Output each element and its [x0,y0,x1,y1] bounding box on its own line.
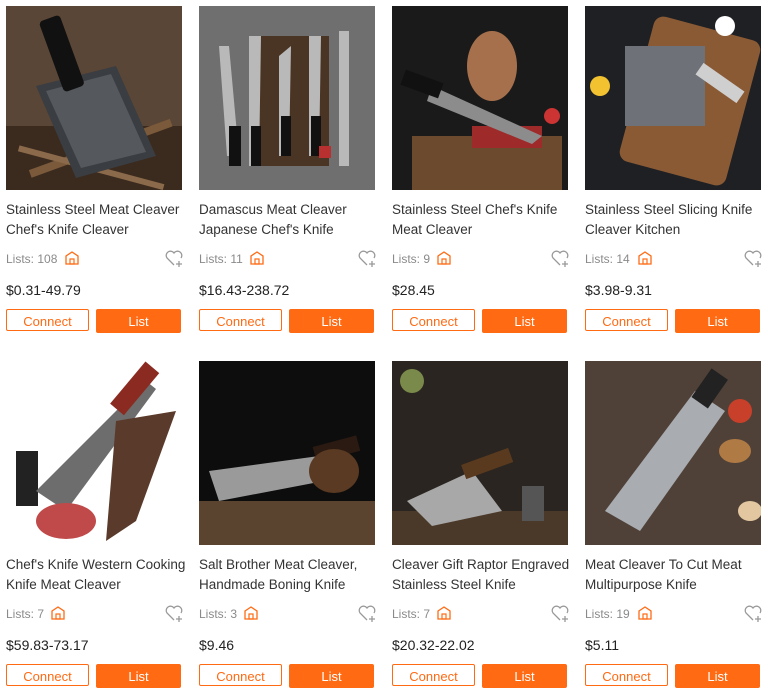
product-actions: Connect List [392,309,572,333]
heart-plus-icon[interactable] [550,248,570,268]
store-icon [50,605,66,621]
heart-plus-icon[interactable] [164,248,184,268]
product-price: $20.32-22.02 [392,637,475,653]
lists-count: Lists: 7 [392,607,431,621]
product-meta: Lists: 9 [392,248,570,268]
product-image[interactable] [6,6,182,190]
store-icon [64,250,80,266]
product-meta: Lists: 7 [392,603,570,623]
heart-plus-icon[interactable] [743,248,763,268]
lists-count: Lists: 7 [6,607,45,621]
product-grid: Stainless Steel Meat Cleaver Chef's Knif… [0,0,768,691]
connect-button[interactable]: Connect [392,309,475,331]
product-actions: Connect List [199,664,379,688]
product-image[interactable] [6,361,182,545]
list-button[interactable]: List [96,309,181,333]
product-meta: Lists: 108 [6,248,184,268]
connect-button[interactable]: Connect [6,664,89,686]
lists-count: Lists: 108 [6,252,58,266]
connect-button[interactable]: Connect [199,664,282,686]
store-icon [637,250,653,266]
product-price: $5.11 [585,637,619,653]
list-button[interactable]: List [482,309,567,333]
list-button[interactable]: List [96,664,181,688]
product-actions: Connect List [6,309,186,333]
lists-count: Lists: 3 [199,607,238,621]
product-meta: Lists: 11 [199,248,377,268]
product-actions: Connect List [6,664,186,688]
list-button[interactable]: List [482,664,567,688]
list-button[interactable]: List [289,309,374,333]
product-image[interactable] [585,6,761,190]
product-image[interactable] [585,361,761,545]
product-price: $0.31-49.79 [6,282,81,298]
product-actions: Connect List [392,664,572,688]
list-button[interactable]: List [289,664,374,688]
lists-count: Lists: 11 [199,252,243,266]
product-title[interactable]: Damascus Meat Cleaver Japanese Chef's Kn… [199,200,379,240]
store-icon [436,250,452,266]
product-meta: Lists: 3 [199,603,377,623]
product-actions: Connect List [199,309,379,333]
product-price: $9.46 [199,637,235,653]
product-meta: Lists: 19 [585,603,763,623]
product-actions: Connect List [585,309,765,333]
lists-count: Lists: 19 [585,607,630,621]
store-icon [637,605,653,621]
heart-plus-icon[interactable] [550,603,570,623]
lists-count: Lists: 9 [392,252,431,266]
product-price: $16.43-238.72 [199,282,290,298]
product-title[interactable]: Meat Cleaver To Cut Meat Multipurpose Kn… [585,555,765,595]
store-icon [436,605,452,621]
product-image[interactable] [199,6,375,190]
product-title[interactable]: Stainless Steel Meat Cleaver Chef's Knif… [6,200,186,240]
connect-button[interactable]: Connect [199,309,282,331]
list-button[interactable]: List [675,664,760,688]
product-image[interactable] [392,6,568,190]
product-price: $59.83-73.17 [6,637,89,653]
heart-plus-icon[interactable] [743,603,763,623]
heart-plus-icon[interactable] [357,603,377,623]
connect-button[interactable]: Connect [392,664,475,686]
list-button[interactable]: List [675,309,760,333]
product-meta: Lists: 7 [6,603,184,623]
connect-button[interactable]: Connect [6,309,89,331]
product-image[interactable] [392,361,568,545]
product-price: $3.98-9.31 [585,282,652,298]
store-icon [243,605,259,621]
product-title[interactable]: Stainless Steel Slicing Knife Cleaver Ki… [585,200,765,240]
product-title[interactable]: Salt Brother Meat Cleaver, Handmade Boni… [199,555,379,595]
product-actions: Connect List [585,664,765,688]
store-icon [249,250,265,266]
lists-count: Lists: 14 [585,252,630,266]
connect-button[interactable]: Connect [585,309,668,331]
product-title[interactable]: Stainless Steel Chef's Knife Meat Cleave… [392,200,572,240]
product-title[interactable]: Chef's Knife Western Cooking Knife Meat … [6,555,186,595]
connect-button[interactable]: Connect [585,664,668,686]
heart-plus-icon[interactable] [357,248,377,268]
product-image[interactable] [199,361,375,545]
heart-plus-icon[interactable] [164,603,184,623]
product-title[interactable]: Cleaver Gift Raptor Engraved Stainless S… [392,555,572,595]
product-price: $28.45 [392,282,435,298]
product-meta: Lists: 14 [585,248,763,268]
